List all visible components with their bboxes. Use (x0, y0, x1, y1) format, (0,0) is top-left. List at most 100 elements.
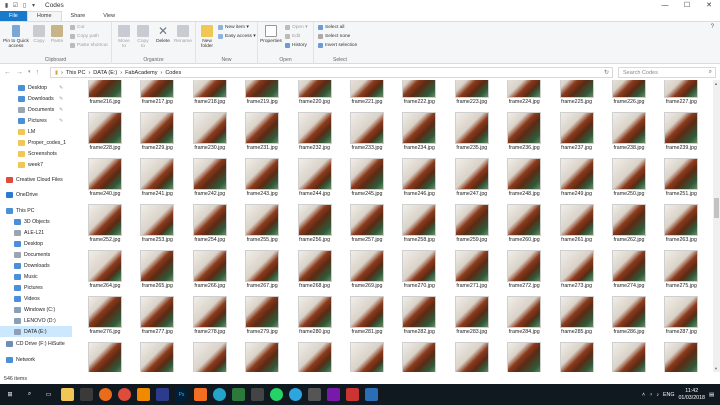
file-item[interactable]: frame259.jpg (446, 204, 498, 250)
file-item[interactable]: frame273.jpg (551, 250, 603, 296)
file-item[interactable]: frame221.jpg (341, 80, 393, 112)
file-item[interactable]: frame274.jpg (603, 250, 655, 296)
new-folder-button[interactable]: New folder (199, 25, 215, 49)
sidebar-item[interactable]: Downloads ✎ (0, 93, 63, 104)
sidebar-item[interactable]: Videos (0, 293, 40, 304)
sidebar-item[interactable]: 3D Objects (0, 216, 50, 227)
file-item[interactable]: frame238.jpg (603, 112, 655, 158)
file-item[interactable]: frame247.jpg (446, 158, 498, 204)
close-button[interactable]: ✕ (698, 0, 720, 10)
file-item[interactable]: frame298.jpg (603, 342, 655, 372)
file-item[interactable]: frame285.jpg (551, 296, 603, 342)
sidebar-item[interactable]: CD Drive (F:) HiSuite (0, 338, 65, 349)
tab-file[interactable]: File (0, 11, 27, 21)
file-item[interactable]: frame294.jpg (393, 342, 445, 372)
refresh-icon[interactable]: ↻ (604, 69, 609, 76)
file-item[interactable]: frame233.jpg (341, 112, 393, 158)
file-item[interactable]: frame220.jpg (289, 80, 341, 112)
arduino-icon[interactable] (213, 388, 226, 401)
paste-shortcut-button[interactable]: Paste shortcut (70, 43, 108, 48)
sidebar-item[interactable]: Pictures (0, 282, 43, 293)
tab-home[interactable]: Home (26, 11, 62, 21)
file-item[interactable]: frame252.jpg (79, 204, 131, 250)
up-arrow-icon[interactable]: ↑ (36, 69, 40, 76)
file-item[interactable]: frame244.jpg (289, 158, 341, 204)
copy-to-button[interactable]: Copy to (135, 25, 151, 49)
file-item[interactable]: frame225.jpg (551, 80, 603, 112)
move-to-button[interactable]: Move to (116, 25, 132, 49)
easy-access-button[interactable]: Easy access ▾ (218, 34, 256, 39)
sidebar-item[interactable]: Desktop (0, 238, 43, 249)
maximize-button[interactable]: ☐ (676, 0, 698, 10)
edit-button[interactable]: Edit (285, 34, 300, 39)
file-item[interactable]: frame230.jpg (184, 112, 236, 158)
file-item[interactable]: frame218.jpg (184, 80, 236, 112)
network-icon[interactable]: ◔ (649, 392, 652, 398)
file-item[interactable]: frame226.jpg (603, 80, 655, 112)
tab-view[interactable]: View (94, 11, 124, 21)
file-item[interactable]: frame223.jpg (446, 80, 498, 112)
file-item[interactable]: frame237.jpg (551, 112, 603, 158)
file-item[interactable]: frame261.jpg (551, 204, 603, 250)
file-item[interactable]: frame297.jpg (551, 342, 603, 372)
file-item[interactable]: frame296.jpg (498, 342, 550, 372)
delete-button[interactable]: ✕ Delete (154, 25, 172, 44)
file-item[interactable]: frame240.jpg (79, 158, 131, 204)
file-item[interactable]: frame260.jpg (498, 204, 550, 250)
file-explorer-icon[interactable] (61, 388, 74, 401)
new-item-button[interactable]: New item ▾ (218, 25, 249, 30)
file-item[interactable]: frame245.jpg (341, 158, 393, 204)
file-item[interactable]: frame229.jpg (131, 112, 183, 158)
app-icon[interactable] (308, 388, 321, 401)
volume-icon[interactable]: ♪ (656, 392, 659, 398)
file-item[interactable]: frame280.jpg (289, 296, 341, 342)
file-item[interactable]: frame287.jpg (655, 296, 707, 342)
chevron-down-icon[interactable]: ▾ (30, 2, 37, 9)
file-item[interactable]: frame243.jpg (236, 158, 288, 204)
sidebar-item[interactable]: ALE-L21 (0, 227, 44, 238)
file-item[interactable]: frame239.jpg (655, 112, 707, 158)
file-item[interactable]: frame216.jpg (79, 80, 131, 112)
app-icon[interactable] (80, 388, 93, 401)
file-item[interactable]: frame275.jpg (655, 250, 707, 296)
sidebar-item[interactable]: Screenshots (0, 148, 57, 159)
pin-quick-access-button[interactable]: Pin to Quick access (2, 25, 30, 49)
file-item[interactable]: frame264.jpg (79, 250, 131, 296)
file-item[interactable]: frame227.jpg (655, 80, 707, 112)
address-bar[interactable]: ▮ › This PC › DATA (E:) › FabAcademy › C… (50, 67, 613, 78)
tab-share[interactable]: Share (62, 11, 95, 21)
file-item[interactable]: frame256.jpg (289, 204, 341, 250)
app-icon[interactable] (156, 388, 169, 401)
task-view-icon[interactable]: ▭ (42, 388, 55, 401)
file-item[interactable]: frame288.jpg (79, 342, 131, 372)
app-icon[interactable] (346, 388, 359, 401)
file-item[interactable]: frame292.jpg (289, 342, 341, 372)
recent-chevron-icon[interactable]: ▾ (28, 69, 31, 76)
sidebar-item[interactable]: Network (0, 354, 35, 365)
sidebar-item[interactable]: Music (0, 271, 38, 282)
select-all-button[interactable]: Select all (318, 25, 344, 30)
sidebar-item[interactable]: LM (0, 126, 35, 137)
sidebar-item[interactable]: Downloads (0, 260, 50, 271)
file-item[interactable]: frame265.jpg (131, 250, 183, 296)
notifications-icon[interactable]: ▤ (709, 392, 714, 398)
whatsapp-icon[interactable] (270, 388, 283, 401)
sidebar-item[interactable]: Proper_codes_1 (0, 137, 66, 148)
vertical-scrollbar[interactable]: ▲ ▼ (713, 80, 720, 372)
breadcrumb-fabacademy[interactable]: FabAcademy (125, 70, 157, 76)
file-item[interactable]: frame286.jpg (603, 296, 655, 342)
file-item[interactable]: frame258.jpg (393, 204, 445, 250)
file-item[interactable]: frame283.jpg (446, 296, 498, 342)
sidebar-item[interactable]: Documents ✎ (0, 104, 63, 115)
clock[interactable]: 11:42 01/03/2018 (678, 388, 705, 402)
file-item[interactable]: frame253.jpg (131, 204, 183, 250)
forward-arrow-icon[interactable]: → (16, 69, 23, 76)
help-icon[interactable]: ? (711, 24, 714, 30)
file-item[interactable]: frame263.jpg (655, 204, 707, 250)
file-item[interactable]: frame248.jpg (498, 158, 550, 204)
folder-icon[interactable]: ▮ (3, 2, 10, 9)
file-item[interactable]: frame269.jpg (341, 250, 393, 296)
file-item[interactable]: frame249.jpg (551, 158, 603, 204)
sidebar-item[interactable]: Documents (0, 249, 50, 260)
file-item[interactable]: frame267.jpg (236, 250, 288, 296)
